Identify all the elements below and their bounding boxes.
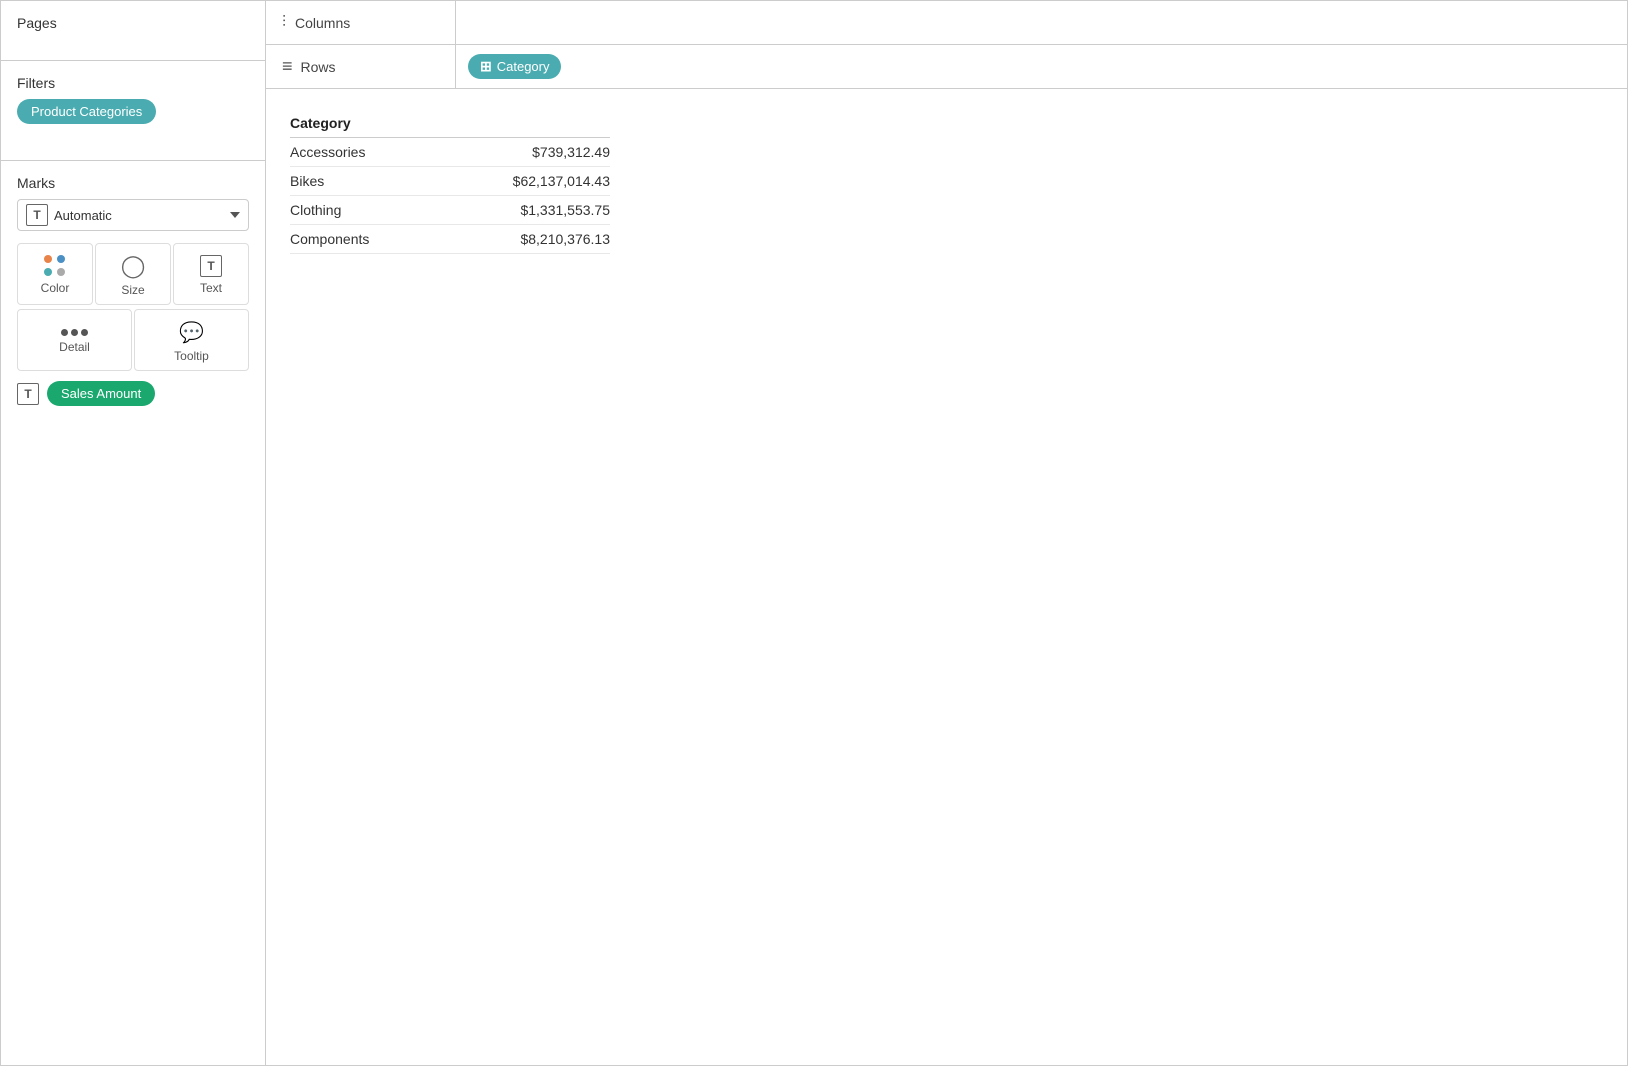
text-mark-button[interactable]: T Text xyxy=(173,243,249,305)
table-cell-category: Bikes xyxy=(290,167,478,196)
marks-label: Marks xyxy=(17,175,249,191)
filters-section: Filters Product Categories xyxy=(1,61,265,161)
sales-amount-pill[interactable]: Sales Amount xyxy=(47,381,155,406)
tooltip-icon: 💬 xyxy=(179,320,204,345)
detail-label: Detail xyxy=(59,340,90,354)
table-row: Components$8,210,376.13 xyxy=(290,225,610,254)
marks-section: Marks T Automatic Color xyxy=(1,161,265,1065)
category-column-header: Category xyxy=(290,109,478,138)
size-mark-button[interactable]: ◯ Size xyxy=(95,243,171,305)
detail-mark-button[interactable]: Detail xyxy=(17,309,132,371)
left-panel: Pages Filters Product Categories Marks T… xyxy=(1,1,266,1065)
color-mark-button[interactable]: Color xyxy=(17,243,93,305)
size-icon: ◯ xyxy=(121,253,146,279)
category-pill-label: Category xyxy=(497,59,550,74)
rows-label: Rows xyxy=(301,59,336,75)
size-label: Size xyxy=(121,283,144,297)
color-label: Color xyxy=(41,281,70,295)
rows-shelf: ≡ Rows ⊞ Category xyxy=(266,45,1627,89)
table-row: Accessories$739,312.49 xyxy=(290,138,610,167)
marks-type-value: Automatic xyxy=(54,208,224,223)
columns-shelf-content xyxy=(456,17,1627,29)
filters-label: Filters xyxy=(17,75,249,91)
columns-shelf-label: ⫶ Columns xyxy=(266,1,456,44)
table-cell-value: $739,312.49 xyxy=(478,138,610,167)
text-icon: T xyxy=(200,255,222,277)
table-cell-value: $8,210,376.13 xyxy=(478,225,610,254)
columns-shelf: ⫶ Columns xyxy=(266,1,1627,45)
pages-section: Pages xyxy=(1,1,265,61)
canvas-area: Category Accessories$739,312.49Bikes$62,… xyxy=(266,89,1627,1065)
sales-amount-t-icon: T xyxy=(17,383,39,405)
table-row: Bikes$62,137,014.43 xyxy=(290,167,610,196)
sales-amount-label: Sales Amount xyxy=(61,386,141,401)
value-column-header xyxy=(478,109,610,138)
table-cell-value: $1,331,553.75 xyxy=(478,196,610,225)
text-label: Text xyxy=(200,281,222,295)
right-panel: ⫶ Columns ≡ Rows ⊞ Category xyxy=(266,1,1627,1065)
tooltip-label: Tooltip xyxy=(174,349,209,363)
table-cell-category: Components xyxy=(290,225,478,254)
rows-shelf-label: ≡ Rows xyxy=(266,45,456,88)
chevron-down-icon xyxy=(230,212,240,218)
rows-icon: ≡ xyxy=(282,56,293,77)
marks-type-dropdown[interactable]: T Automatic xyxy=(17,199,249,231)
table-cell-category: Clothing xyxy=(290,196,478,225)
detail-icon xyxy=(61,329,88,336)
category-pill[interactable]: ⊞ Category xyxy=(468,54,561,79)
marks-type-icon: T xyxy=(26,204,48,226)
category-pill-icon: ⊞ xyxy=(480,58,492,75)
table-cell-category: Accessories xyxy=(290,138,478,167)
tooltip-mark-button[interactable]: 💬 Tooltip xyxy=(134,309,249,371)
pages-label: Pages xyxy=(17,15,249,31)
table-row: Clothing$1,331,553.75 xyxy=(290,196,610,225)
data-table: Category Accessories$739,312.49Bikes$62,… xyxy=(290,109,610,254)
rows-shelf-content: ⊞ Category xyxy=(456,48,1627,85)
product-categories-filter[interactable]: Product Categories xyxy=(17,99,156,124)
columns-label: Columns xyxy=(295,15,350,31)
color-icon xyxy=(44,255,66,277)
table-cell-value: $62,137,014.43 xyxy=(478,167,610,196)
columns-icon: ⫶ xyxy=(282,14,287,32)
marks-top-grid: Color ◯ Size T Text xyxy=(17,243,249,305)
marks-bottom-grid: Detail 💬 Tooltip xyxy=(17,309,249,371)
filter-label: Product Categories xyxy=(31,104,142,119)
sales-amount-row: T Sales Amount xyxy=(17,381,249,406)
